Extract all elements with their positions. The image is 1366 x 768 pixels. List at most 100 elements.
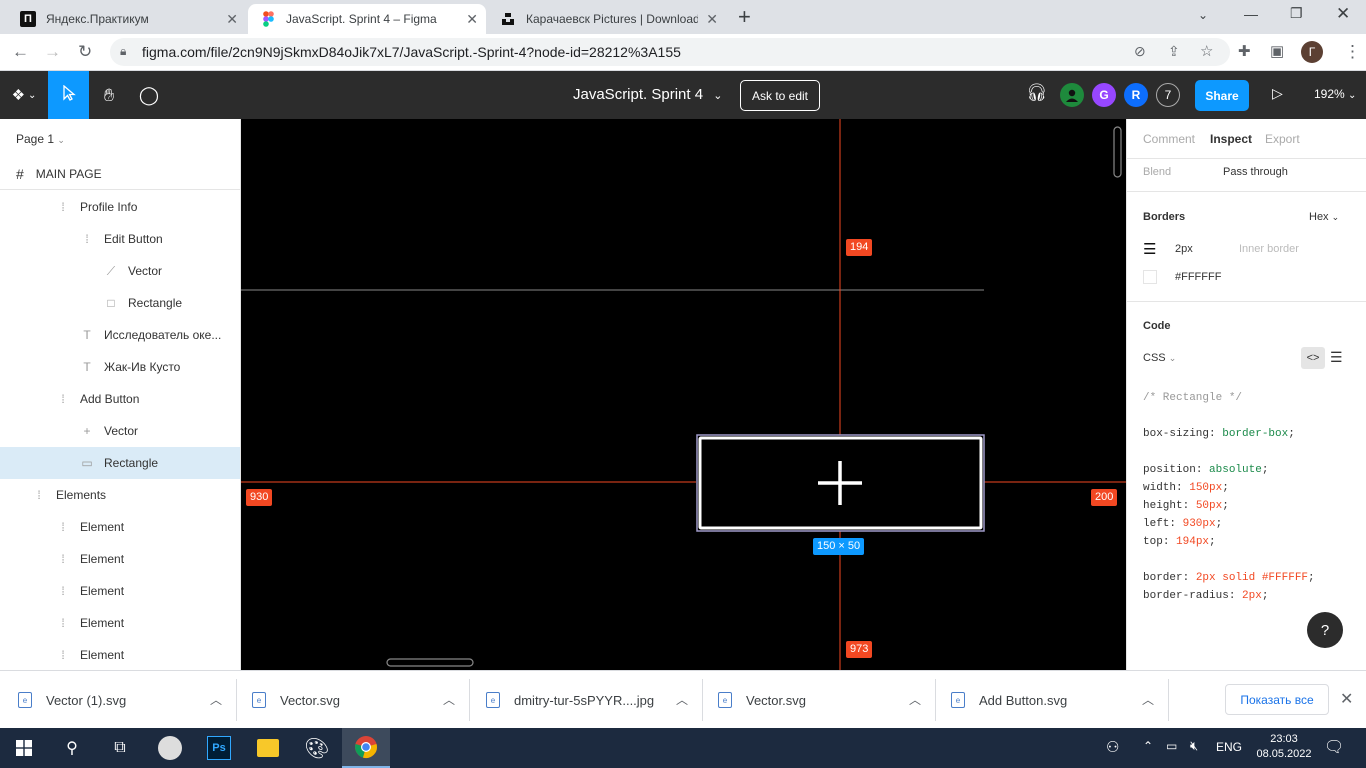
layer-item[interactable]: ⁞ Element	[0, 511, 240, 543]
layer-item[interactable]: ⁞ Element	[0, 607, 240, 639]
battery-icon[interactable]: ▭	[1166, 739, 1177, 753]
layer-item[interactable]: ⁞ Element	[0, 543, 240, 575]
layer-item[interactable]: ⁞ Edit Button	[0, 223, 240, 255]
layer-item[interactable]: + Vector	[0, 415, 240, 447]
download-item[interactable]: e Add Button.svg	[951, 671, 1067, 729]
close-tab-icon[interactable]: ✕	[706, 11, 718, 28]
code-language-dropdown[interactable]: CSS ⌄	[1143, 352, 1176, 364]
lock-icon[interactable]: 🔒︎	[120, 44, 126, 59]
layer-item[interactable]: ⁞ Element	[0, 639, 240, 670]
clock[interactable]: 23:03 08.05.2022	[1254, 732, 1314, 762]
layer-label: Жак-Ив Кусто	[104, 360, 181, 374]
present-play-icon[interactable]: ▷	[1272, 85, 1283, 102]
comment-tool-button[interactable]: ◯	[129, 71, 169, 119]
windows-start-button[interactable]	[0, 728, 48, 768]
layer-item[interactable]: ⁞ Add Button	[0, 383, 240, 415]
volume-muted-icon[interactable]: 🔇︎	[1190, 738, 1198, 754]
side-panel-icon[interactable]: ▣	[1270, 42, 1284, 60]
move-tool-button[interactable]	[48, 71, 89, 119]
layer-item[interactable]: ⁞ Profile Info	[0, 191, 240, 223]
tab-yandex-practicum[interactable]: П Яндекс.Практикум ✕	[8, 4, 246, 34]
tab-comment[interactable]: Comment	[1143, 132, 1195, 146]
close-window-icon[interactable]: ✕	[1336, 4, 1350, 24]
download-item[interactable]: e dmitry-tur-5sPYYR....jpg	[486, 671, 654, 729]
tab-search-icon[interactable]: ⌄	[1198, 8, 1208, 22]
profile-avatar[interactable]: Г	[1301, 41, 1323, 63]
collaborator-avatar-g[interactable]: G	[1092, 83, 1116, 107]
help-button[interactable]: ?	[1307, 612, 1343, 648]
paint-taskbar[interactable]: 🎨︎	[293, 728, 341, 768]
share-button[interactable]: Share	[1195, 80, 1249, 111]
back-icon[interactable]: ←	[12, 42, 29, 62]
download-item[interactable]: e Vector.svg	[252, 671, 340, 729]
forward-icon[interactable]: →	[44, 42, 61, 62]
zoom-dropdown[interactable]: 192% ⌄	[1314, 87, 1356, 101]
download-options-chevron-icon[interactable]: ︿	[676, 691, 688, 708]
border-color-value[interactable]: #FFFFFF	[1175, 271, 1221, 283]
tab-figma[interactable]: JavaScript. Sprint 4 – Figma ✕	[248, 4, 486, 34]
design-canvas[interactable]: 194 930 200 973 150 × 50	[241, 119, 1126, 670]
download-options-chevron-icon[interactable]: ︿	[210, 691, 222, 708]
main-page-frame[interactable]: # MAIN PAGE	[0, 158, 240, 190]
layer-item[interactable]: T Жак-Ив Кусто	[0, 351, 240, 383]
new-tab-button[interactable]: +	[738, 4, 751, 30]
chevron-up-icon[interactable]: ⌃	[1143, 739, 1153, 753]
collaborator-avatar[interactable]	[1060, 83, 1084, 107]
color-format-dropdown[interactable]: Hex ⌄	[1309, 211, 1339, 223]
minimize-icon[interactable]: —	[1244, 6, 1258, 22]
layer-item[interactable]: ⟋ Vector	[0, 255, 240, 287]
close-tab-icon[interactable]: ✕	[466, 11, 478, 28]
close-downloads-icon[interactable]: ✕	[1340, 689, 1353, 709]
bookmark-star-icon[interactable]: ☆	[1200, 42, 1213, 60]
page-selector[interactable]: Page 1 ⌄	[16, 132, 65, 146]
divider	[1168, 679, 1169, 721]
extensions-icon[interactable]: ✚	[1238, 42, 1251, 60]
people-icon[interactable]: ⚇	[1106, 738, 1119, 756]
collaborator-avatar-r[interactable]: R	[1124, 83, 1148, 107]
chrome-taskbar[interactable]	[342, 728, 390, 768]
task-view-button[interactable]: ⧉	[96, 728, 144, 768]
layer-item[interactable]: ▭ Rectangle	[0, 447, 240, 479]
search-taskbar-button[interactable]: ⚲	[48, 728, 96, 768]
tab-export[interactable]: Export	[1265, 132, 1300, 146]
menu-dots-icon[interactable]: ⋮	[1344, 42, 1361, 62]
border-color-swatch[interactable]	[1143, 270, 1157, 284]
download-item[interactable]: e Vector (1).svg	[18, 671, 126, 729]
layer-label: Element	[80, 648, 125, 662]
eye-off-icon[interactable]: ⊘	[1134, 43, 1146, 60]
layer-item[interactable]: ⁞ Elements	[0, 479, 240, 511]
code-view-icon[interactable]: <>	[1301, 347, 1325, 369]
distance-right-tag: 200	[1091, 489, 1118, 506]
file-title[interactable]: JavaScript. Sprint 4 ⌄	[573, 86, 722, 103]
share-page-icon[interactable]: ⇪	[1168, 43, 1180, 60]
tab-inspect[interactable]: Inspect	[1210, 132, 1252, 146]
download-options-chevron-icon[interactable]: ︿	[1142, 691, 1154, 708]
reload-icon[interactable]: ↻	[78, 42, 92, 62]
close-tab-icon[interactable]: ✕	[226, 11, 238, 28]
border-width-value[interactable]: 2px	[1175, 243, 1193, 255]
notifications-icon[interactable]: 🗨︎	[1324, 737, 1344, 757]
file-explorer-taskbar[interactable]	[244, 728, 292, 768]
yandex-browser-taskbar[interactable]	[146, 728, 194, 768]
figma-main-menu-button[interactable]: ❖ ⌄	[0, 71, 48, 119]
omnibox[interactable]: 🔒︎ figma.com/file/2cn9N9jSkmxD84oJik7xL7…	[110, 38, 1230, 66]
language-indicator[interactable]: ENG	[1216, 740, 1242, 754]
restore-icon[interactable]: ❐	[1290, 5, 1303, 22]
photoshop-taskbar[interactable]: Ps	[195, 728, 243, 768]
layer-frame-icon: ⁞	[61, 392, 65, 406]
download-item[interactable]: e Vector.svg	[718, 671, 806, 729]
layer-item[interactable]: □ Rectangle	[0, 287, 240, 319]
css-property: width	[1143, 482, 1177, 494]
url-text[interactable]: figma.com/file/2cn9N9jSkmxD84oJik7xL7/Ja…	[142, 44, 681, 60]
list-view-icon[interactable]: ☰	[1330, 349, 1343, 366]
download-options-chevron-icon[interactable]: ︿	[443, 691, 455, 708]
tab-karachaevsk[interactable]: Карачаевск Pictures | Download ✕	[488, 4, 726, 34]
hand-tool-button[interactable]: ✋︎	[89, 71, 129, 119]
layer-item[interactable]: T Исследователь оке...	[0, 319, 240, 351]
show-all-downloads-button[interactable]: Показать все	[1225, 684, 1329, 715]
download-options-chevron-icon[interactable]: ︿	[909, 691, 921, 708]
headphones-icon[interactable]: 🎧︎	[1026, 83, 1048, 103]
layer-item[interactable]: ⁞ Element	[0, 575, 240, 607]
more-collaborators-count[interactable]: 7	[1156, 83, 1180, 107]
ask-to-edit-button[interactable]: Ask to edit	[740, 80, 820, 111]
